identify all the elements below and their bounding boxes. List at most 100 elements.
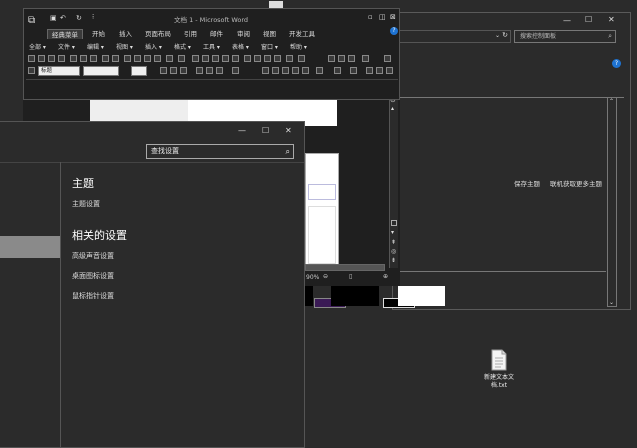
menu-window[interactable]: 窗口 ▾ [261, 43, 278, 52]
cut-icon[interactable] [124, 55, 131, 62]
italic-icon[interactable] [170, 67, 177, 74]
next-page-icon[interactable]: ⇟ [391, 257, 396, 264]
menu-tools[interactable]: 工具 ▾ [203, 43, 220, 52]
increase-indent-icon[interactable] [376, 67, 383, 74]
tab-view[interactable]: 视图 [263, 29, 276, 39]
change-case-icon[interactable] [232, 67, 239, 74]
search-icon[interactable]: ⌕ [608, 31, 612, 42]
mouse-pointer-settings-link[interactable]: 鼠标指针设置 [72, 291, 114, 301]
help-icon[interactable]: ? [612, 59, 621, 68]
word-minimize-button[interactable]: ▫ [368, 13, 373, 21]
redo-icon[interactable]: ↻ [76, 14, 82, 22]
settings-search-input[interactable]: 查找设置 ⌕ [146, 144, 294, 159]
new-doc-icon[interactable] [28, 55, 35, 62]
bullets-icon[interactable] [350, 67, 357, 74]
insert-excel-icon[interactable] [222, 55, 229, 62]
research-icon[interactable] [112, 55, 119, 62]
prev-page-icon[interactable]: ⇞ [391, 239, 396, 246]
get-more-themes-link[interactable]: 联机获取更多主题 [550, 178, 602, 188]
char-border-icon[interactable] [196, 67, 203, 74]
zoom-out-icon[interactable]: ⊖ [323, 273, 328, 280]
settings-nav-selected[interactable] [0, 236, 60, 258]
align-right-icon[interactable] [282, 67, 289, 74]
open-icon[interactable] [38, 55, 45, 62]
chevron-up-icon[interactable]: ⌃ [609, 98, 614, 105]
show-hide-icon[interactable] [264, 55, 271, 62]
cp-scrollbar[interactable]: ⌃ ⌄ [607, 97, 617, 307]
spelling-icon[interactable] [102, 55, 109, 62]
tab-home[interactable]: 开始 [92, 29, 105, 39]
menu-view[interactable]: 视图 ▾ [116, 43, 133, 52]
word-vertical-scrollbar[interactable]: ⊙ ▴ ▾ ⇞ ◎ ⇟ [389, 96, 398, 268]
chevron-down-icon[interactable]: ⌄ [609, 299, 614, 306]
chevron-down-icon[interactable]: ▾ [391, 229, 394, 236]
save-icon[interactable] [48, 55, 55, 62]
tables-borders-icon[interactable] [202, 55, 209, 62]
undo-icon[interactable]: ↶ [60, 14, 66, 22]
zoom-in-icon[interactable]: ⊕ [383, 273, 388, 280]
tab-review[interactable]: 审阅 [237, 29, 250, 39]
bold-icon[interactable] [160, 67, 167, 74]
cp-search-input[interactable]: 搜索控制面板 ⌕ [514, 30, 616, 43]
tab-developer[interactable]: 开发工具 [289, 29, 315, 39]
hyperlink-icon[interactable] [192, 55, 199, 62]
cp-minimize-button[interactable]: — [563, 16, 571, 25]
scroll-handle[interactable] [391, 220, 397, 226]
desktop-icon-settings-link[interactable]: 桌面图标设置 [72, 271, 114, 281]
zoom-slider-thumb[interactable]: ▯ [349, 273, 352, 280]
tab-page-layout[interactable]: 页面布局 [145, 29, 171, 39]
distributed-icon[interactable] [302, 67, 309, 74]
horizontal-scrollbar[interactable] [305, 264, 385, 271]
text-file-label[interactable]: 新建文本文档.txt [476, 374, 522, 390]
copy-icon[interactable] [134, 55, 141, 62]
underline-icon[interactable] [180, 67, 187, 74]
settings-close-button[interactable]: ✕ [285, 126, 292, 135]
zoom-icon[interactable] [274, 55, 281, 62]
char-scale-icon[interactable] [216, 67, 223, 74]
theme-thumb-dark[interactable] [305, 286, 313, 306]
style-combo[interactable]: 标题 [38, 66, 80, 76]
menu-format[interactable]: 格式 ▾ [174, 43, 191, 52]
drawing-icon[interactable] [244, 55, 251, 62]
theme-thumb-white[interactable] [398, 286, 445, 306]
font-combo[interactable] [83, 66, 119, 76]
redo-icon[interactable] [178, 55, 185, 62]
cp-close-button[interactable]: ✕ [608, 15, 615, 24]
refresh-icon[interactable]: ↻ [502, 31, 508, 39]
tab-insert[interactable]: 插入 [119, 29, 132, 39]
menu-edit[interactable]: 编辑 ▾ [87, 43, 104, 52]
help-icon[interactable]: ? [390, 27, 398, 35]
print-preview-icon[interactable] [90, 55, 97, 62]
search-icon[interactable]: ⌕ [286, 145, 290, 158]
doc-map-icon[interactable] [254, 55, 261, 62]
zoom-in-icon[interactable] [348, 55, 355, 62]
word-close-button[interactable]: ⊠ [390, 13, 396, 21]
align-center-icon[interactable] [272, 67, 279, 74]
advanced-sound-link[interactable]: 高级声音设置 [72, 251, 114, 261]
tab-mailings[interactable]: 邮件 [210, 29, 223, 39]
insert-table-icon[interactable] [212, 55, 219, 62]
read-icon[interactable] [286, 55, 293, 62]
line-spacing-icon[interactable] [316, 67, 323, 74]
char-shading-icon[interactable] [206, 67, 213, 74]
menu-help[interactable]: 帮助 ▾ [290, 43, 307, 52]
settings-minimize-button[interactable]: — [238, 126, 246, 135]
help-icon[interactable] [298, 55, 305, 62]
font-color-icon[interactable] [386, 67, 393, 74]
keyboard-icon[interactable] [362, 55, 369, 62]
save-theme-link[interactable]: 保存主题 [514, 178, 540, 188]
theme-settings-link[interactable]: 主题设置 [72, 199, 100, 209]
align-left-icon[interactable] [262, 67, 269, 74]
find-icon[interactable] [338, 55, 345, 62]
styles-pane-icon[interactable] [28, 67, 35, 74]
columns-icon[interactable] [232, 55, 239, 62]
menu-table[interactable]: 表格 ▾ [232, 43, 249, 52]
menu-file[interactable]: 文件 ▾ [58, 43, 75, 52]
permission-icon[interactable] [58, 55, 65, 62]
font-size-combo[interactable] [131, 66, 147, 76]
email-icon[interactable] [70, 55, 77, 62]
thumbnails-icon[interactable] [328, 55, 335, 62]
menu-all[interactable]: 全部 ▾ [29, 43, 46, 52]
paste-icon[interactable] [144, 55, 151, 62]
select-browse-icon[interactable]: ◎ [391, 248, 396, 255]
